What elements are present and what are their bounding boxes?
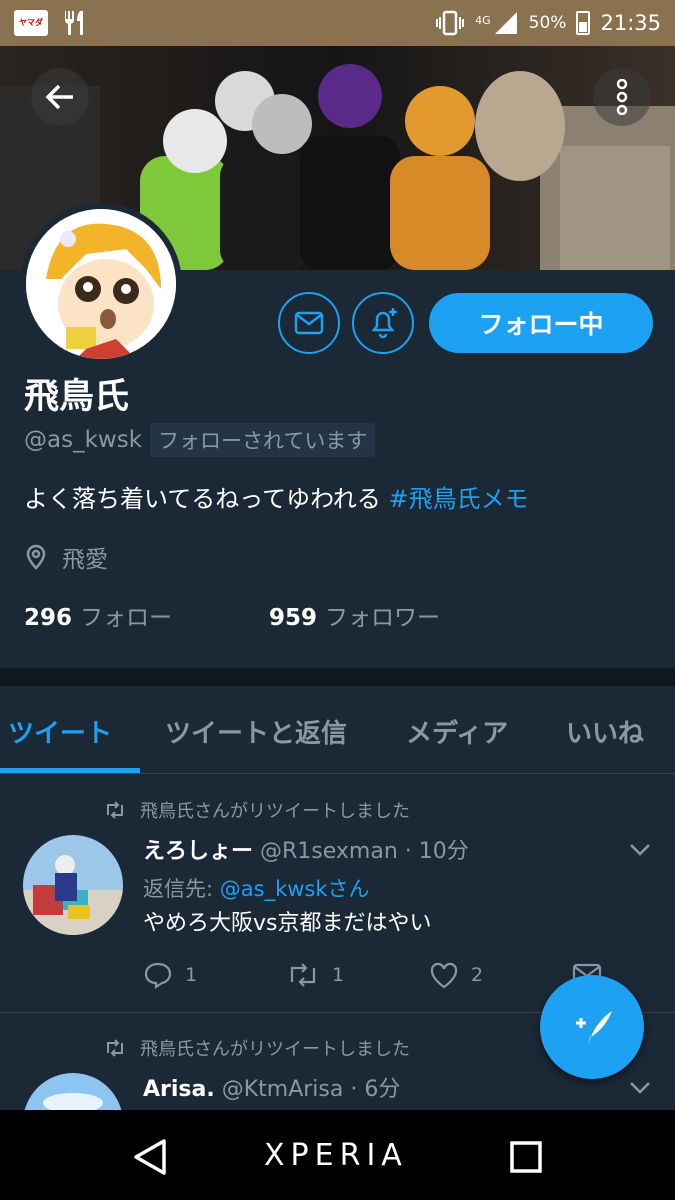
- tweet-author-avatar[interactable]: [23, 1073, 123, 1110]
- more-options-button[interactable]: [593, 68, 651, 126]
- retweet-icon: [107, 1039, 123, 1057]
- following-button[interactable]: フォロー中: [429, 293, 653, 353]
- like-count: 2: [471, 964, 484, 986]
- tweet-author-name[interactable]: えろしょー: [143, 839, 253, 864]
- retweet-icon: [107, 801, 123, 819]
- profile-avatar[interactable]: [20, 203, 182, 365]
- message-button[interactable]: [278, 292, 340, 354]
- system-nav-bar: XPERIA: [0, 1110, 675, 1200]
- retweeted-by-text: 飛鳥氏さんがリツイートしました: [140, 801, 410, 822]
- vibrate-icon: [436, 10, 465, 36]
- tab-likes[interactable]: いいね: [566, 713, 644, 750]
- active-tab-indicator: [0, 768, 140, 773]
- restaurant-icon: [65, 11, 83, 35]
- follows-you-badge: フォローされています: [150, 423, 376, 457]
- location-pin-icon: [26, 544, 46, 570]
- tab-tweets-and-replies[interactable]: ツイートと返信: [165, 713, 347, 750]
- profile-name: 飛鳥氏: [24, 377, 130, 417]
- following-label: フォロー: [80, 605, 173, 631]
- app-notification-icon: ヤマダ: [14, 10, 48, 36]
- reply-to-prefix: 返信先:: [143, 877, 220, 901]
- tweet-text: やめろ大阪vs京都まだはやい: [143, 911, 432, 936]
- more-vertical-icon: [616, 79, 628, 115]
- chevron-down-icon[interactable]: [629, 843, 651, 857]
- profile-tabs: ツイート ツイートと返信 メディア いいね: [0, 686, 675, 774]
- following-count-link[interactable]: 296 フォロー: [24, 598, 269, 632]
- network-type: 4G: [475, 14, 491, 27]
- profile-location: 飛愛: [24, 540, 108, 574]
- tab-tweets[interactable]: ツイート: [8, 713, 112, 750]
- profile-handle: @as_kwsk: [24, 427, 143, 453]
- followers-count: 959: [269, 605, 318, 631]
- reply-to-link[interactable]: @as_kwskさん: [220, 877, 370, 901]
- tweet-meta: @R1sexman · 10分: [260, 839, 469, 864]
- tweet-meta: @KtmArisa · 6分: [221, 1077, 401, 1102]
- retweet-count: 1: [332, 964, 345, 986]
- heart-icon: [430, 962, 458, 989]
- mail-icon: [294, 311, 324, 335]
- followers-label: フォロワー: [325, 605, 441, 631]
- reply-count: 1: [185, 964, 198, 986]
- recent-apps-icon[interactable]: [509, 1140, 543, 1174]
- clock: 21:35: [600, 11, 661, 35]
- retweet-icon: [290, 963, 316, 987]
- reply-button[interactable]: 1: [143, 961, 286, 989]
- signal-icon: [494, 12, 517, 34]
- back-triangle-icon[interactable]: [132, 1138, 168, 1176]
- profile-bio: よく落ち着いてるねってゆわれる #飛鳥氏メモ: [24, 479, 529, 514]
- status-bar: ヤマダ 4G 50% 21:35: [0, 0, 675, 46]
- tweet-author-avatar[interactable]: [23, 835, 123, 935]
- notifications-button[interactable]: [352, 292, 414, 354]
- back-button[interactable]: [31, 68, 89, 126]
- following-count: 296: [24, 605, 73, 631]
- bell-plus-icon: [371, 308, 397, 339]
- bio-text: よく落ち着いてるねってゆわれる: [24, 485, 389, 513]
- retweet-button[interactable]: 1: [286, 962, 429, 988]
- reply-icon: [144, 962, 172, 989]
- compose-feather-icon: [576, 1011, 612, 1045]
- arrow-left-icon: [45, 84, 73, 110]
- compose-tweet-button[interactable]: [540, 975, 644, 1079]
- bio-hashtag-link[interactable]: #飛鳥氏メモ: [389, 485, 529, 513]
- like-button[interactable]: 2: [429, 961, 572, 989]
- battery-icon: [576, 11, 591, 35]
- location-text: 飛愛: [62, 547, 108, 573]
- battery-percent: 50%: [528, 13, 567, 33]
- tab-media[interactable]: メディア: [406, 713, 508, 750]
- retweeted-by-text: 飛鳥氏さんがリツイートしました: [140, 1039, 410, 1060]
- chevron-down-icon[interactable]: [629, 1081, 651, 1095]
- followers-count-link[interactable]: 959 フォロワー: [269, 598, 440, 632]
- brand-logo[interactable]: XPERIA: [264, 1138, 408, 1173]
- section-divider: [0, 668, 675, 686]
- tweet-author-name[interactable]: Arisa.: [143, 1077, 215, 1102]
